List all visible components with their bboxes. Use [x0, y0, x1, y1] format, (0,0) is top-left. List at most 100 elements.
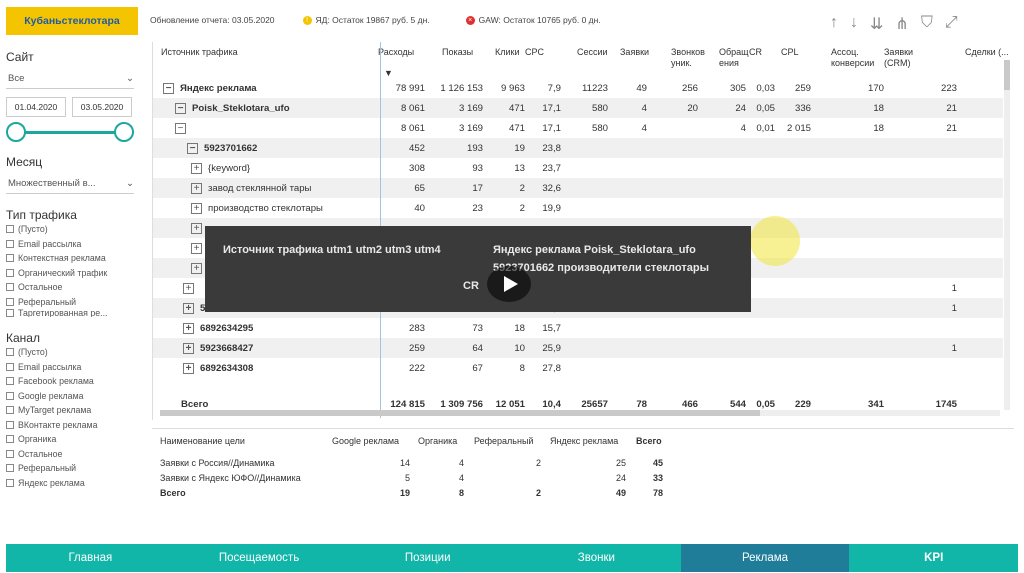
- goals-cell: 4: [458, 457, 464, 468]
- table-cell: 8 061: [400, 102, 425, 114]
- table-row[interactable]: +6892634295 283 73 18 15,7: [153, 318, 1003, 338]
- table-cell: 3 169: [458, 122, 483, 134]
- channel-item[interactable]: Остальное: [6, 447, 146, 462]
- drill-down-icon[interactable]: ↓: [850, 14, 858, 34]
- hierarchy-icon[interactable]: ⋔: [895, 14, 908, 34]
- expand-icon[interactable]: +: [191, 222, 202, 234]
- expand-icon[interactable]: +: [183, 282, 194, 294]
- nav-tab-kpi[interactable]: KPI: [849, 544, 1018, 572]
- column-header[interactable]: Заявки: [620, 47, 670, 58]
- expand-icon[interactable]: +: [191, 242, 202, 254]
- table-cell: 452: [408, 142, 425, 154]
- channel-item[interactable]: Реферальный: [6, 461, 146, 476]
- goals-header[interactable]: Всего: [636, 436, 662, 447]
- column-header[interactable]: Источник трафика: [161, 47, 361, 58]
- traffic-item[interactable]: Органический трафик: [6, 266, 146, 281]
- table-cell: 27,8: [542, 362, 561, 374]
- date-from-input[interactable]: 01.04.2020: [6, 97, 66, 117]
- column-header[interactable]: Показы: [442, 47, 492, 58]
- error-icon: ×: [465, 16, 475, 26]
- nav-tab-ads[interactable]: Реклама: [680, 544, 850, 572]
- nav-tab-traffic[interactable]: Посещаемость: [175, 544, 344, 572]
- nav-tab-calls[interactable]: Звонки: [512, 544, 681, 572]
- column-header[interactable]: Ассоц. конверсии: [831, 47, 881, 69]
- expand-all-icon[interactable]: ⇊: [870, 14, 883, 34]
- channel-item[interactable]: (Пусто): [6, 345, 146, 360]
- table-cell: 259: [794, 82, 811, 94]
- goals-cell: 49: [615, 487, 626, 498]
- traffic-item[interactable]: Таргетированная ре...: [6, 309, 146, 317]
- goals-cell: 2: [535, 457, 541, 468]
- table-cell: 580: [591, 102, 608, 114]
- column-header[interactable]: Расходы: [378, 47, 428, 58]
- date-to-input[interactable]: 03.05.2020: [72, 97, 132, 117]
- channel-item[interactable]: Email рассылка: [6, 360, 146, 375]
- column-header[interactable]: Заявки (CRM): [884, 47, 934, 69]
- channel-item[interactable]: Google реклама: [6, 389, 146, 404]
- total-cell: 1 309 756: [440, 398, 483, 410]
- table-row[interactable]: + завод стеклянной тары 65 17 2 32,6: [153, 178, 1003, 198]
- channel-item[interactable]: Facebook реклама: [6, 374, 146, 389]
- expand-icon[interactable]: +: [191, 262, 202, 274]
- date-range-slider[interactable]: [6, 117, 134, 147]
- table-row[interactable]: − Яндекс реклама 78 991 1 126 153 9 963 7,9 11…: [153, 78, 1003, 98]
- expand-icon[interactable]: +: [191, 162, 202, 174]
- vertical-scrollbar[interactable]: [1004, 60, 1010, 410]
- expand-icon[interactable]: +: [183, 342, 194, 354]
- play-button[interactable]: [487, 266, 531, 302]
- collapse-icon[interactable]: −: [175, 122, 186, 134]
- nav-tab-home[interactable]: Главная: [6, 544, 175, 572]
- traffic-item[interactable]: Реферальный: [6, 295, 146, 310]
- chevron-down-icon: ⌄: [126, 178, 134, 189]
- tooltip-label: Источник трафика utm1 utm2 utm3 utm4: [223, 244, 441, 256]
- table-cell: 471: [508, 122, 525, 134]
- table-row[interactable]: − 8 061 3 169 471 17,1 580 4 4 0,01 2 015 18 21: [153, 118, 1003, 138]
- column-header[interactable]: CPC: [525, 47, 575, 58]
- expand-icon[interactable]: +: [183, 362, 194, 374]
- slider-end-handle[interactable]: [114, 122, 134, 142]
- collapse-icon[interactable]: −: [187, 142, 198, 154]
- goals-cell: 78: [652, 487, 663, 498]
- site-dropdown[interactable]: Все ⌄: [6, 69, 134, 89]
- horizontal-scrollbar[interactable]: [160, 410, 1000, 416]
- table-cell: 25,9: [542, 342, 561, 354]
- collapse-icon[interactable]: −: [175, 102, 186, 114]
- table-row[interactable]: +6892634308 222 67 8 27,8: [153, 358, 1003, 378]
- table-row[interactable]: − Poisk_Steklotara_ufo 8 061 3 169 471 17,1 58…: [153, 98, 1003, 118]
- traffic-item[interactable]: Остальное: [6, 280, 146, 295]
- filter-icon[interactable]: ⛉: [921, 14, 933, 34]
- table-row[interactable]: +5923668427 259 64 10 25,9 1: [153, 338, 1003, 358]
- goals-header[interactable]: Наименование цели: [160, 436, 245, 447]
- focus-mode-icon[interactable]: ⤢: [945, 14, 958, 34]
- table-row[interactable]: −5923701662 452 193 19 23,8: [153, 138, 1003, 158]
- collapse-icon[interactable]: −: [163, 82, 174, 94]
- goals-header[interactable]: Яндекс реклама: [550, 436, 618, 447]
- channel-item[interactable]: ВКонтакте реклама: [6, 418, 146, 433]
- nav-tab-positions[interactable]: Позиции: [343, 544, 512, 572]
- expand-icon[interactable]: +: [183, 322, 194, 334]
- bottom-nav: Главная Посещаемость Позиции Звонки Рекл…: [6, 544, 1018, 572]
- traffic-item[interactable]: Контекстная реклама: [6, 251, 146, 266]
- column-header[interactable]: Звонков уник.: [671, 47, 721, 69]
- table-row[interactable]: + {keyword} 308 93 13 23,7: [153, 158, 1003, 178]
- row-label: 5923701662: [204, 142, 258, 154]
- channel-item[interactable]: Органика: [6, 432, 146, 447]
- traffic-item[interactable]: (Пусто): [6, 222, 146, 237]
- table-row[interactable]: + производство стеклотары 40 23 2 19,9: [153, 198, 1003, 218]
- goals-header[interactable]: Органика: [418, 436, 457, 447]
- month-dropdown[interactable]: Множественный в... ⌄: [6, 174, 134, 194]
- table-cell: 18: [873, 122, 884, 134]
- expand-icon[interactable]: +: [183, 302, 194, 314]
- expand-icon[interactable]: +: [191, 202, 202, 214]
- expand-icon[interactable]: +: [191, 182, 202, 194]
- column-header[interactable]: Сделки (...: [965, 47, 1014, 58]
- goals-header[interactable]: Реферальный: [474, 436, 533, 447]
- traffic-item[interactable]: Email рассылка: [6, 237, 146, 252]
- column-header[interactable]: CPL: [781, 47, 831, 58]
- drill-up-icon[interactable]: ↑: [830, 14, 838, 34]
- slider-start-handle[interactable]: [6, 122, 26, 142]
- total-cell: 10,4: [542, 398, 561, 410]
- goals-header[interactable]: Google реклама: [332, 436, 399, 447]
- channel-item[interactable]: MyTarget реклама: [6, 403, 146, 418]
- channel-item[interactable]: Яндекс реклама: [6, 476, 146, 491]
